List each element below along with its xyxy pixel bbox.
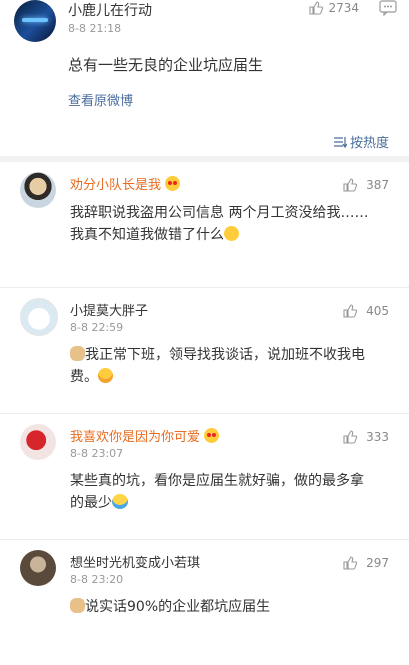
comment-line-wrap: 说实话90%的企业都坑应届生: [70, 596, 388, 618]
comment-like-button[interactable]: 387: [342, 177, 389, 193]
comment-line-wrap: 费。: [70, 366, 388, 388]
comment-item: 想坐时光机变成小若琪 8-8 23:20 297 说实话90%的企业都坑应届生: [0, 540, 409, 665]
comment-line: 费。: [70, 369, 98, 385]
comment-text: 我正常下班，领导找我谈话，说加班不收我电 费。: [70, 344, 388, 388]
comment-line: 说实话90%的企业都坑应届生: [85, 599, 271, 615]
post-like-count: 2734: [328, 1, 359, 15]
comment-line: 的最少: [70, 495, 112, 511]
thumb-up-icon: [343, 304, 358, 318]
doge-emoji-icon: [70, 598, 85, 613]
comment-text: 我辞职说我盗用公司信息 两个月工资没给我…… 我真不知道我做错了什么: [70, 202, 388, 246]
post-body: 总有一些无良的企业坑应届生: [68, 56, 264, 74]
comment-like-count: 333: [366, 430, 389, 444]
sweat-laugh-emoji-icon: [112, 494, 128, 509]
commenter-name-text: 想坐时光机变成小若琪: [70, 556, 201, 571]
comment-time: 8-8 22:59: [70, 321, 124, 334]
commenter-avatar[interactable]: [20, 298, 58, 336]
comment-like-count: 405: [366, 304, 389, 318]
comment-line: 某些真的坑，看你是应届生就好骗，做的最多拿: [70, 473, 364, 489]
comment-item: 小提莫大胖子 8-8 22:59 405 我正常下班，领导找我谈话，说加班不收我…: [0, 288, 409, 414]
post-time: 8-8 21:18: [68, 22, 122, 35]
commenter-name[interactable]: 想坐时光机变成小若琪: [70, 552, 200, 571]
comment-line-wrap: 我真不知道我做错了什么: [70, 224, 388, 246]
comment-text: 说实话90%的企业都坑应届生: [70, 596, 388, 618]
commenter-avatar[interactable]: [20, 172, 56, 208]
commenter-name-text: 劝分小队长是我: [70, 178, 162, 193]
heart-eyes-emoji-icon: [165, 176, 181, 191]
commenter-avatar[interactable]: [20, 550, 56, 586]
original-post: 小鹿儿在行动 8-8 21:18 2734 总有一些无良的企业坑应届生 查看原微…: [0, 0, 409, 156]
commenter-name-text: 我喜欢你是因为你可爱: [70, 430, 201, 445]
thumb-up-icon: [309, 1, 324, 15]
thumb-up-icon: [343, 178, 358, 192]
thumb-up-icon: [343, 430, 358, 444]
sort-icon: [333, 136, 347, 148]
commenter-avatar[interactable]: [20, 424, 56, 460]
comment-time: 8-8 23:20: [70, 573, 124, 586]
comment-like-button[interactable]: 297: [342, 555, 389, 571]
sort-label: 按热度: [349, 136, 389, 151]
thinking-emoji-icon: [224, 226, 239, 241]
comment-like-button[interactable]: 405: [342, 303, 389, 319]
doge-emoji-icon: [70, 346, 85, 361]
comment-line: 我正常下班，领导找我谈话，说加班不收我电: [85, 347, 365, 363]
laughing-emoji-icon: [98, 368, 113, 383]
comment-line-wrap: 我正常下班，领导找我谈话，说加班不收我电: [70, 344, 388, 366]
sort-by-hot-button[interactable]: 按热度: [333, 132, 389, 151]
thumb-up-icon: [343, 556, 358, 570]
post-author-name[interactable]: 小鹿儿在行动: [68, 0, 152, 20]
post-author-avatar[interactable]: [14, 0, 56, 42]
comment-text: 某些真的坑，看你是应届生就好骗，做的最多拿 的最少: [70, 470, 388, 514]
commenter-name[interactable]: 劝分小队长是我: [70, 174, 181, 193]
commenter-name[interactable]: 我喜欢你是因为你可爱: [70, 426, 220, 445]
comment-time: 8-8 23:07: [70, 447, 124, 460]
comment-like-button[interactable]: 333: [342, 429, 389, 445]
comment-like-count: 297: [366, 556, 389, 570]
commenter-name-text: 小提莫大胖子: [70, 304, 149, 319]
comment-item: 劝分小队长是我 387 我辞职说我盗用公司信息 两个月工资没给我…… 我真不知道…: [0, 162, 409, 288]
more-comments-icon[interactable]: [379, 0, 397, 16]
heart-eyes-emoji-icon: [204, 428, 220, 443]
comment-item: 我喜欢你是因为你可爱 8-8 23:07 333 某些真的坑，看你是应届生就好骗…: [0, 414, 409, 540]
post-like-button[interactable]: 2734: [308, 0, 359, 16]
comment-line-wrap: 的最少: [70, 492, 388, 514]
comment-like-count: 387: [366, 178, 389, 192]
commenter-name[interactable]: 小提莫大胖子: [70, 300, 148, 319]
view-original-link[interactable]: 查看原微博: [68, 90, 133, 109]
comment-line: 我真不知道我做错了什么: [70, 227, 224, 243]
comment-line: 我辞职说我盗用公司信息 两个月工资没给我……: [70, 205, 369, 221]
